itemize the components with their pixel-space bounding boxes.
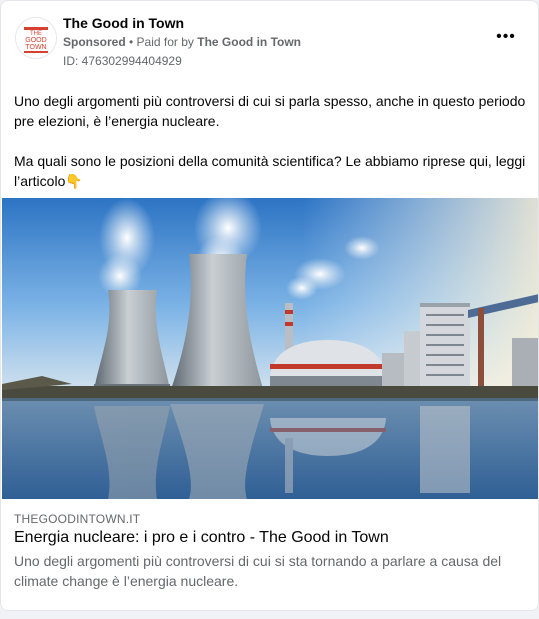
page-name-link[interactable]: The Good in Town	[63, 15, 184, 31]
paid-for-name[interactable]: The Good in Town	[197, 35, 301, 49]
ad-id: ID: 476302994404929	[63, 54, 182, 68]
page-avatar[interactable]: THE GOOD TOWN	[15, 17, 57, 59]
sponsored-line: Sponsored • Paid for by The Good in Town	[63, 35, 301, 49]
paid-for-prefix: Paid for by	[136, 35, 198, 49]
link-title[interactable]: Energia nucleare: i pro e i contro - The…	[14, 529, 389, 547]
meta-separator: •	[125, 35, 137, 49]
post-body: Uno degli argomenti più controversi di c…	[14, 91, 529, 211]
more-options-icon[interactable]: •••	[494, 29, 518, 49]
link-description: Uno degli argomenti più controversi di c…	[14, 553, 502, 589]
logo-text-mid: GOOD	[25, 37, 46, 44]
post-paragraph-2: Ma quali sono le posizioni della comunit…	[14, 153, 526, 189]
nuclear-power-plant-photo-icon	[2, 190, 538, 499]
good-in-town-logo-icon: THE GOOD TOWN	[16, 18, 56, 58]
link-domain: THEGOODINTOWN.IT	[14, 512, 141, 526]
logo-text-bottom: TOWN	[25, 44, 46, 51]
sponsored-label[interactable]: Sponsored	[63, 35, 126, 49]
post-image[interactable]	[2, 190, 538, 499]
sponsored-post-card: THE GOOD TOWN The Good in Town Sponsored…	[0, 0, 539, 611]
link-preview[interactable]: THEGOODINTOWN.IT Energia nucleare: i pro…	[2, 499, 538, 610]
post-header: THE GOOD TOWN The Good in Town Sponsored…	[13, 13, 526, 71]
post-paragraph-1: Uno degli argomenti più controversi di c…	[14, 93, 526, 129]
